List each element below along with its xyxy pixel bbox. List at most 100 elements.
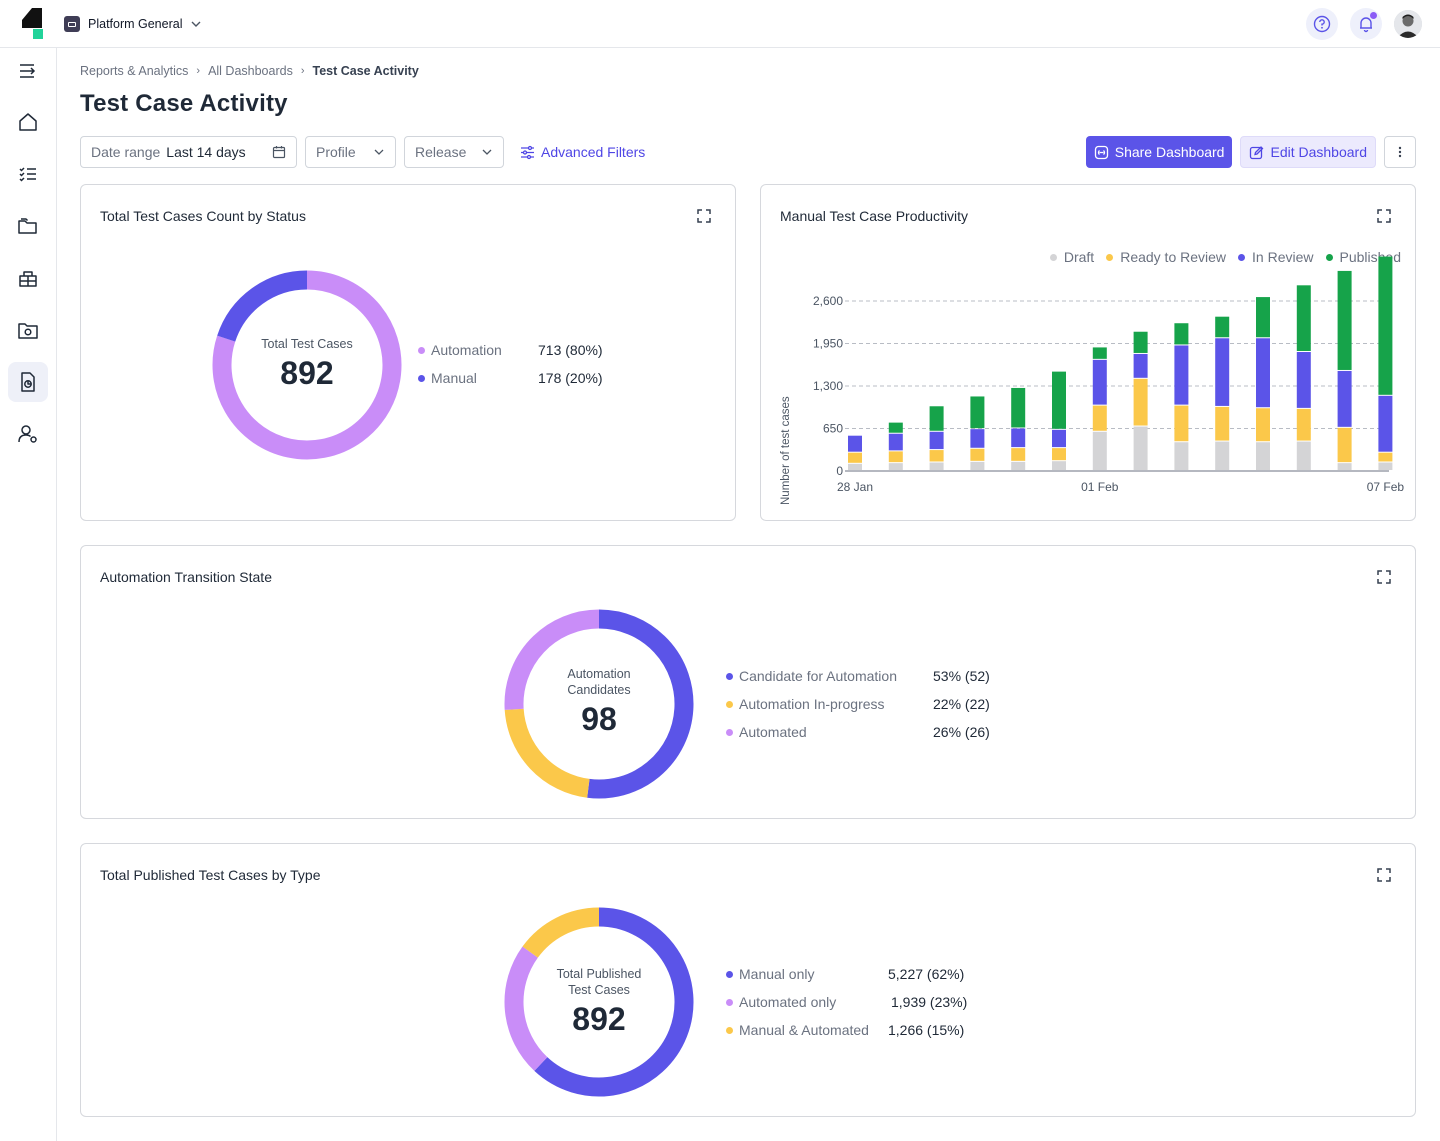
bar-segment[interactable]	[1296, 441, 1311, 470]
bar-segment[interactable]	[1378, 462, 1393, 471]
bar-segment[interactable]	[1174, 345, 1189, 405]
bar-segment[interactable]	[1011, 428, 1026, 448]
donut-slice[interactable]	[217, 270, 308, 342]
bar-segment[interactable]	[888, 463, 903, 470]
bar-segment[interactable]	[1011, 461, 1026, 470]
bar-segment[interactable]	[1052, 429, 1066, 448]
expand-icon[interactable]	[1377, 868, 1391, 882]
legend-value: 1,266 (15%)	[888, 1022, 965, 1038]
bar-segment[interactable]	[1133, 331, 1148, 353]
bar-segment[interactable]	[1337, 463, 1352, 470]
logo[interactable]	[20, 8, 46, 40]
bar-segment[interactable]	[1337, 370, 1352, 427]
sidebar-item-reports[interactable]	[8, 362, 48, 402]
bar-segment[interactable]	[1256, 338, 1270, 408]
notifications-button[interactable]	[1350, 8, 1382, 40]
bar-segment[interactable]	[1296, 352, 1311, 408]
bar-segment[interactable]	[929, 406, 944, 431]
profile-filter[interactable]: Profile	[305, 136, 396, 168]
bar-segment[interactable]	[1092, 347, 1107, 359]
legend-item: Automation	[418, 342, 502, 358]
advanced-filters-button[interactable]: Advanced Filters	[520, 144, 645, 160]
bar-segment[interactable]	[1092, 431, 1107, 470]
donut-center: Total Published Test Cases 892	[519, 966, 679, 1038]
bar-segment[interactable]	[848, 452, 862, 463]
bar-segment[interactable]	[970, 429, 985, 448]
bar-segment[interactable]	[888, 422, 903, 433]
release-filter[interactable]: Release	[404, 136, 504, 168]
bar-segment[interactable]	[970, 448, 985, 461]
bar-segment[interactable]	[1052, 461, 1066, 470]
breadcrumb-link-dashboards[interactable]: All Dashboards	[208, 64, 293, 78]
bar-segment[interactable]	[929, 450, 944, 462]
sidebar-item-test-cases[interactable]	[8, 154, 48, 194]
card-title: Automation Transition State	[100, 569, 272, 585]
share-dashboard-button[interactable]: Share Dashboard	[1085, 136, 1233, 168]
bar-segment[interactable]	[888, 451, 903, 463]
bar-segment[interactable]	[1256, 408, 1270, 442]
bar-segment[interactable]	[848, 463, 862, 470]
bar-segment[interactable]	[1092, 405, 1107, 431]
page-title: Test Case Activity	[80, 90, 288, 117]
edit-dashboard-button[interactable]: Edit Dashboard	[1240, 136, 1376, 168]
legend-label: Manual & Automated	[739, 1022, 869, 1038]
expand-icon[interactable]	[1377, 570, 1391, 584]
report-icon	[21, 372, 35, 392]
bar-segment[interactable]	[1378, 256, 1393, 395]
bar-segment[interactable]	[1215, 441, 1230, 470]
bar-segment[interactable]	[970, 461, 985, 470]
bar-segment[interactable]	[1174, 442, 1189, 470]
bar-segment[interactable]	[1174, 323, 1189, 345]
legend-label: Candidate for Automation	[739, 668, 897, 684]
more-options-button[interactable]	[1384, 136, 1416, 168]
bar-segment[interactable]	[1133, 426, 1148, 470]
avatar[interactable]	[1394, 10, 1422, 38]
bar-segment[interactable]	[1296, 408, 1311, 441]
expand-icon[interactable]	[697, 209, 711, 223]
bar-segment[interactable]	[1215, 316, 1230, 338]
donut-slice[interactable]	[522, 907, 600, 958]
breadcrumb-link-reports[interactable]: Reports & Analytics	[80, 64, 188, 78]
bar-segment[interactable]	[1092, 359, 1107, 405]
legend-item: Manual	[418, 370, 477, 386]
bar-segment[interactable]	[1052, 371, 1066, 429]
sidebar-expand-button[interactable]	[8, 51, 48, 91]
sidebar-item-home[interactable]	[8, 102, 48, 142]
bar-segment[interactable]	[1296, 285, 1311, 351]
bar-segment[interactable]	[1378, 452, 1393, 462]
bar-segment[interactable]	[1337, 270, 1352, 370]
sidebar-item-settings[interactable]	[8, 310, 48, 350]
legend-dot	[726, 700, 733, 708]
bar-segment[interactable]	[1378, 395, 1393, 452]
bar-segment[interactable]	[1133, 353, 1148, 378]
bar-segment[interactable]	[1052, 448, 1066, 461]
bar-segment[interactable]	[848, 435, 862, 452]
legend-label: Automation	[431, 342, 502, 358]
menu-expand-icon	[20, 64, 36, 78]
bar-segment[interactable]	[1215, 406, 1230, 441]
bar-segment[interactable]	[1337, 427, 1352, 463]
bar-segment[interactable]	[1256, 442, 1270, 470]
project-selector[interactable]: Platform General	[64, 14, 202, 34]
bar-segment[interactable]	[1256, 297, 1270, 338]
bar-segment[interactable]	[888, 433, 903, 451]
help-button[interactable]	[1306, 8, 1338, 40]
bar-segment[interactable]	[929, 462, 944, 471]
bar-segment[interactable]	[1215, 338, 1230, 406]
bar-segment[interactable]	[1174, 405, 1189, 442]
bar-segment[interactable]	[1011, 387, 1026, 428]
bar-segment[interactable]	[929, 431, 944, 450]
legend-value: 26% (26)	[933, 724, 990, 740]
chevron-down-icon	[374, 149, 384, 155]
date-range-filter[interactable]: Date range Last 14 days	[80, 136, 297, 168]
sidebar-item-folders[interactable]	[8, 206, 48, 246]
more-icon	[1398, 146, 1402, 158]
productivity-card: Manual Test Case Productivity Draft Ready…	[760, 184, 1416, 521]
legend-value: 22% (22)	[933, 696, 990, 712]
bar-segment[interactable]	[1133, 378, 1148, 426]
bar-segment[interactable]	[1011, 448, 1026, 461]
donut-center-value: 98	[581, 701, 617, 737]
sidebar-item-users[interactable]	[8, 414, 48, 454]
sidebar-item-issues[interactable]	[8, 258, 48, 298]
bar-segment[interactable]	[970, 396, 985, 429]
